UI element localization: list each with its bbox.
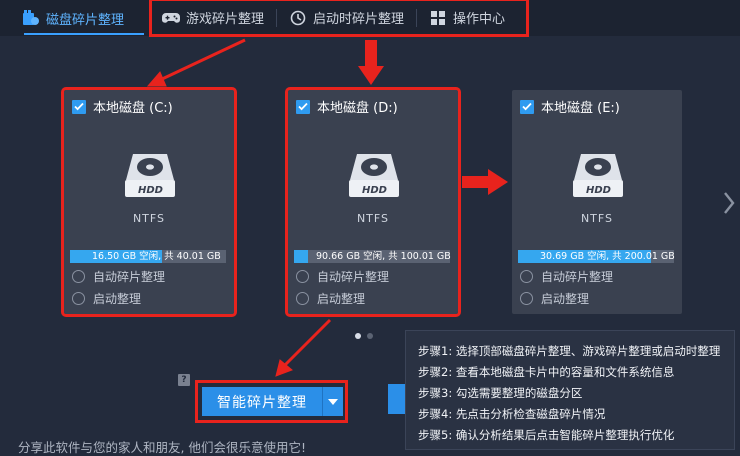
smart-defrag-button[interactable]: 智能碎片整理 xyxy=(202,387,322,416)
drive-e-usage-bar: 30.69 GB 空闲, 共 200.01 GB xyxy=(518,250,675,263)
tab-divider xyxy=(416,8,418,27)
radio-button[interactable] xyxy=(296,270,309,283)
chevron-right-icon[interactable] xyxy=(722,190,736,216)
gamepad-icon xyxy=(162,9,180,27)
drive-card-header: 本地磁盘 (C:) xyxy=(72,97,173,116)
hdd-icon-label: HDD xyxy=(138,185,163,196)
drive-c-checkbox[interactable] xyxy=(72,99,86,114)
annotation-arrowhead xyxy=(488,169,508,195)
drive-card-header: 本地磁盘 (E:) xyxy=(520,97,620,116)
tab-game-defrag[interactable]: 游戏碎片整理 xyxy=(162,1,264,34)
grid-icon xyxy=(429,9,447,27)
annotation-arrow-line xyxy=(282,318,332,368)
tab-divider xyxy=(276,8,278,27)
drive-card-e[interactable]: 本地磁盘 (E:) HDD NTFS 30.69 GB 空闲, 共 200.01… xyxy=(512,90,682,314)
radio-button[interactable] xyxy=(520,270,533,283)
drive-card-c[interactable]: 本地磁盘 (C:) HDD NTFS 16.50 GB 空闲, 共 40.01 … xyxy=(61,87,237,317)
drive-d-usage-fill xyxy=(294,250,309,263)
drive-e-filesystem: NTFS xyxy=(580,212,614,225)
annotation-arrowhead xyxy=(275,359,293,377)
annotation-arrowhead xyxy=(358,66,384,85)
drive-c-name: 本地磁盘 (C:) xyxy=(93,101,173,116)
disk-defrag-icon xyxy=(22,9,40,27)
annotation-arrow-shaft xyxy=(365,40,377,68)
radio-button[interactable] xyxy=(72,292,85,305)
hdd-icon-label: HDD xyxy=(586,185,611,196)
option-label: 自动碎片整理 xyxy=(93,270,166,284)
page-dot[interactable] xyxy=(355,333,361,339)
clock-icon xyxy=(289,9,307,27)
drive-d-space-text: 90.66 GB 空闲, 共 100.01 GB xyxy=(316,251,451,262)
option-label: 自动碎片整理 xyxy=(317,270,390,284)
drive-c-auto-defrag-option[interactable]: 自动碎片整理 xyxy=(72,268,165,285)
help-icon[interactable]: ? xyxy=(178,374,190,386)
option-label: 自动碎片整理 xyxy=(541,270,614,284)
step-text: 步骤5: 确认分析结果后点击智能碎片整理执行优化 xyxy=(418,428,675,442)
drive-card-header: 本地磁盘 (D:) xyxy=(296,97,398,116)
step-text: 步骤4: 先点击分析检查磁盘碎片情况 xyxy=(418,407,606,421)
drive-d-filesystem: NTFS xyxy=(356,212,390,225)
annotation-arrow-shaft xyxy=(462,176,490,188)
drive-d-name: 本地磁盘 (D:) xyxy=(317,101,398,116)
radio-button[interactable] xyxy=(520,292,533,305)
drive-card-d[interactable]: 本地磁盘 (D:) HDD NTFS 90.66 GB 空闲, 共 100.01… xyxy=(285,87,461,317)
option-label: 启动整理 xyxy=(541,292,590,306)
tab-action-center-label: 操作中心 xyxy=(453,12,506,27)
share-text: 分享此软件与您的家人和朋友, 他们会很乐意使用它! xyxy=(18,440,306,455)
step-text: 步骤3: 勾选需要整理的磁盘分区 xyxy=(418,386,583,400)
hdd-icon: HDD xyxy=(573,154,623,197)
hdd-icon: HDD xyxy=(125,154,175,197)
step-text: 步骤2: 查看本地磁盘卡片中的容量和文件系统信息 xyxy=(418,365,675,379)
drive-d-usage-bar: 90.66 GB 空闲, 共 100.01 GB xyxy=(294,250,451,263)
drive-c-boot-defrag-option[interactable]: 启动整理 xyxy=(72,290,141,307)
tab-group-highlight: 游戏碎片整理 启动时碎片整理 操作中心 xyxy=(149,0,529,37)
hdd-icon: HDD xyxy=(349,154,399,197)
tab-boot-defrag-label: 启动时碎片整理 xyxy=(313,12,405,27)
drive-c-space-text: 16.50 GB 空闲, 共 40.01 GB xyxy=(92,251,221,262)
radio-button[interactable] xyxy=(72,270,85,283)
drive-c-usage-bar: 16.50 GB 空闲, 共 40.01 GB xyxy=(70,250,226,263)
hdd-icon-label: HDD xyxy=(362,185,387,196)
tab-disk-defrag-label: 磁盘碎片整理 xyxy=(46,12,125,28)
smart-defrag-button-highlight: 智能碎片整理 xyxy=(195,380,348,423)
tab-game-defrag-label: 游戏碎片整理 xyxy=(186,12,265,27)
option-label: 启动整理 xyxy=(317,292,366,306)
drive-e-name: 本地磁盘 (E:) xyxy=(541,101,620,116)
pagination-dots xyxy=(355,333,373,339)
tab-boot-defrag[interactable]: 启动时碎片整理 xyxy=(289,1,404,34)
chevron-down-icon xyxy=(328,398,338,405)
drive-c-filesystem: NTFS xyxy=(132,212,166,225)
radio-button[interactable] xyxy=(296,292,309,305)
steps-tooltip: 步骤1: 选择顶部磁盘碎片整理、游戏碎片整理或启动时整理 步骤2: 查看本地磁盘… xyxy=(405,330,735,450)
drive-e-boot-defrag-option[interactable]: 启动整理 xyxy=(520,290,589,307)
option-label: 启动整理 xyxy=(93,292,142,306)
drive-e-auto-defrag-option[interactable]: 自动碎片整理 xyxy=(520,268,613,285)
tab-action-center[interactable]: 操作中心 xyxy=(429,1,505,34)
drive-d-boot-defrag-option[interactable]: 启动整理 xyxy=(296,290,365,307)
drive-e-checkbox[interactable] xyxy=(520,99,534,114)
page-dot[interactable] xyxy=(367,333,373,339)
step-text: 步骤1: 选择顶部磁盘碎片整理、游戏碎片整理或启动时整理 xyxy=(418,344,721,358)
active-tab-indicator xyxy=(24,33,144,35)
drive-e-space-text: 30.69 GB 空闲, 共 200.01 GB xyxy=(540,251,675,262)
tab-disk-defrag[interactable]: 磁盘碎片整理 xyxy=(22,4,124,32)
smart-defrag-dropdown-button[interactable] xyxy=(323,387,343,416)
annotation-arrowhead xyxy=(146,71,167,87)
drive-d-auto-defrag-option[interactable]: 自动碎片整理 xyxy=(296,268,389,285)
drive-d-checkbox[interactable] xyxy=(296,99,310,114)
annotation-arrow-line xyxy=(159,38,246,82)
